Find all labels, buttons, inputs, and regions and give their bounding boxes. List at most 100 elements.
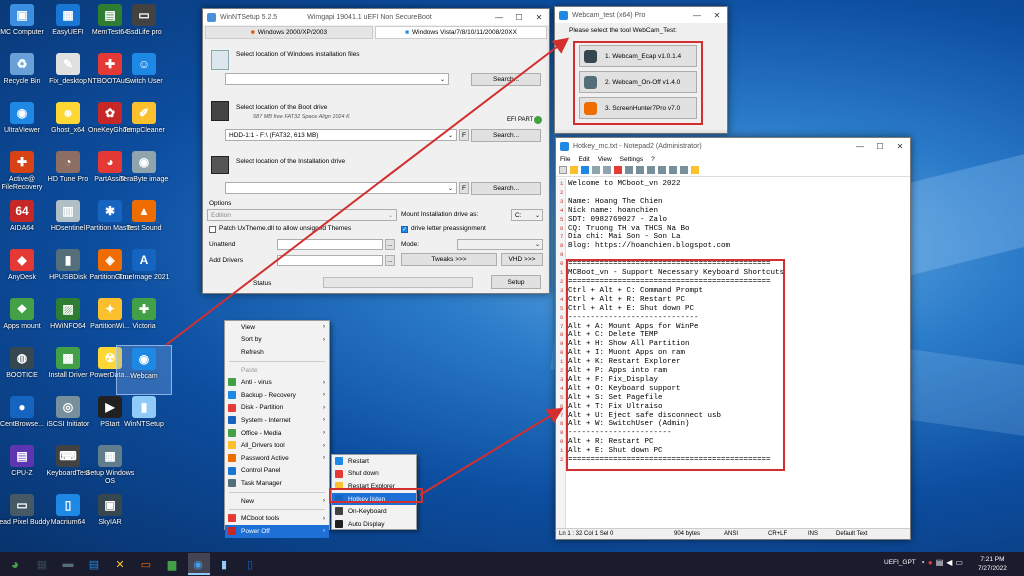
- new-icon[interactable]: [559, 166, 567, 174]
- copy-icon[interactable]: [625, 166, 633, 174]
- edition-combo[interactable]: Edition ⌄: [207, 209, 397, 221]
- setup-button[interactable]: Setup: [491, 275, 541, 289]
- zoom-out-icon[interactable]: [680, 166, 688, 174]
- maximize-button[interactable]: ☐: [509, 9, 529, 25]
- submenu-item-auto-display[interactable]: Auto Display: [332, 518, 416, 531]
- taskbar-app-icon[interactable]: ▤: [84, 554, 104, 574]
- settings-icon[interactable]: [691, 166, 699, 174]
- taskbar-app-icon[interactable]: ▆: [162, 554, 182, 574]
- webcam-tray-icon[interactable]: ●: [928, 558, 933, 567]
- close-button[interactable]: ✕: [529, 9, 549, 25]
- desktop-icon[interactable]: ▦ Setup Windows OS: [82, 443, 138, 493]
- open-icon[interactable]: [570, 166, 578, 174]
- mode-combo[interactable]: ⌄: [457, 239, 543, 250]
- clock[interactable]: 7:21 PM 7/27/2022: [978, 555, 1007, 573]
- menu-item-system-internet[interactable]: System - Internet ›: [225, 414, 329, 427]
- submenu-item-on-keyboard[interactable]: On-Keyboard: [332, 505, 416, 518]
- replace-icon[interactable]: [658, 166, 666, 174]
- menu-item-all-drivers-tool[interactable]: All_Drivers tool ›: [225, 439, 329, 452]
- menu-item-power-off[interactable]: Power Off ›: [225, 524, 329, 538]
- minimize-button[interactable]: —: [687, 7, 707, 23]
- save-icon[interactable]: [581, 166, 589, 174]
- menu-item-control-panel[interactable]: Control Panel: [225, 465, 329, 478]
- menu-item-view[interactable]: View ›: [225, 321, 329, 334]
- taskbar-app-icon[interactable]: ▬: [58, 554, 78, 574]
- f-button[interactable]: F: [459, 182, 469, 194]
- undo-icon[interactable]: [592, 166, 600, 174]
- close-button[interactable]: ✕: [890, 138, 910, 154]
- taskbar-app-icon[interactable]: ▭: [136, 554, 156, 574]
- submenu-item-shut-down[interactable]: Shut down: [332, 468, 416, 481]
- taskbar-app-icon[interactable]: ▮: [214, 554, 234, 574]
- vhd-button[interactable]: VHD >>>: [501, 253, 543, 266]
- desktop-icon[interactable]: ▭ SsdLife pro: [116, 2, 172, 52]
- install-drive-combo[interactable]: ⌄: [225, 182, 457, 194]
- tab-vista[interactable]: ■ Windows Vista/7/8/10/11/2008/20XX: [375, 26, 547, 39]
- install-files-combo[interactable]: ⌄: [225, 73, 449, 85]
- taskbar-app-icon[interactable]: ▦: [32, 554, 52, 574]
- webcam-tool-button[interactable]: 2. Webcam_On-Off v1.4.0: [579, 71, 697, 93]
- taskbar-app-icon[interactable]: ✕: [110, 554, 130, 574]
- menu-item-mcboot-tools[interactable]: MCboot tools ›: [225, 512, 329, 525]
- menu-item-task-manager[interactable]: Task Manager: [225, 477, 329, 490]
- zoom-in-icon[interactable]: [669, 166, 677, 174]
- webcam-titlebar[interactable]: Webcam_test (x64) Pro — ✕: [555, 7, 727, 23]
- desktop-icon[interactable]: ◉ TeraByte image: [116, 149, 172, 199]
- add-drivers-input[interactable]: [277, 255, 383, 266]
- maximize-button[interactable]: ☐: [870, 138, 890, 154]
- f-button[interactable]: F: [459, 129, 469, 141]
- start-button[interactable]: ◕: [4, 554, 26, 574]
- find-icon[interactable]: [647, 166, 655, 174]
- search-button-boot[interactable]: Search...: [471, 129, 541, 142]
- menu-edit[interactable]: Edit: [578, 156, 589, 163]
- search-button-files[interactable]: Search...: [471, 73, 541, 86]
- desktop-icon[interactable]: ▲ Test Sound: [116, 198, 172, 248]
- keyboard-icon[interactable]: ▤: [936, 558, 944, 567]
- tweaks-button[interactable]: Tweaks >>>: [401, 253, 497, 266]
- patch-uxtheme-checkbox[interactable]: [209, 226, 216, 233]
- desktop-icon[interactable]: ✐ TempCleaner: [116, 100, 172, 150]
- desktop-icon[interactable]: A TrueImage 2021: [116, 247, 172, 297]
- tab-xp[interactable]: ■ Windows 2000/XP/2003: [205, 26, 373, 39]
- menu-item-refresh[interactable]: Refresh: [225, 346, 329, 359]
- minimize-button[interactable]: —: [850, 138, 870, 154]
- unattend-browse-button[interactable]: ...: [385, 239, 395, 250]
- close-button[interactable]: ✕: [707, 7, 727, 23]
- notepad-titlebar[interactable]: Hotkey_mc.txt - Notepad2 (Administrator)…: [556, 138, 910, 154]
- desktop-icon[interactable]: ▮ WinNTSetup: [116, 394, 172, 444]
- search-button-install[interactable]: Search...: [471, 182, 541, 195]
- menu-item-new[interactable]: New ›: [225, 495, 329, 508]
- preassign-checkbox[interactable]: ✓: [401, 226, 408, 233]
- boot-drive-combo[interactable]: HDD-1:1 - F:\ (FAT32, 613 MB) ⌄: [225, 129, 457, 141]
- add-drivers-browse-button[interactable]: ...: [385, 255, 395, 266]
- webcam-tool-button[interactable]: 1. Webcam_Ecap v1.0.1.4: [579, 45, 697, 67]
- menu-file[interactable]: File: [560, 156, 570, 163]
- paste-icon[interactable]: [636, 166, 644, 174]
- redo-icon[interactable]: [603, 166, 611, 174]
- menu-item-disk-partition[interactable]: Disk - Partition ›: [225, 402, 329, 415]
- menu-item-backup-recovery[interactable]: Backup - Recovery ›: [225, 389, 329, 402]
- desktop-icon[interactable]: ✚ Victoria: [116, 296, 172, 346]
- cut-icon[interactable]: [614, 166, 622, 174]
- desktop-icon[interactable]: ☺ Switch User: [116, 51, 172, 101]
- desktop-icon[interactable]: ◉ Webcam: [116, 345, 172, 395]
- menu-item-paste[interactable]: Paste: [225, 364, 329, 377]
- menu-item-office-media[interactable]: Office - Media ›: [225, 427, 329, 440]
- menu-settings[interactable]: Settings: [620, 156, 644, 163]
- network-icon[interactable]: ◔: [920, 558, 925, 567]
- volume-icon[interactable]: ◀: [946, 558, 952, 567]
- unattend-input[interactable]: [277, 239, 383, 250]
- menu-help[interactable]: ?: [651, 156, 655, 163]
- desktop[interactable]: ▣ MC Computer ♻ Recycle Bin ◉ UltraViewer ✚ Act…: [0, 0, 1024, 552]
- winntsetup-titlebar[interactable]: WinNTSetup 5.2.5 Wimgapi 19041.1 uEFI No…: [203, 9, 549, 25]
- taskbar-app-icon[interactable]: ▯: [240, 554, 260, 574]
- mount-letter-combo[interactable]: C: ⌄: [511, 209, 543, 221]
- webcam-tool-button[interactable]: 3. ScreenHunter7Pro v7.0: [579, 97, 697, 119]
- menu-item-password-active[interactable]: Password Active ›: [225, 452, 329, 465]
- network-status-icon[interactable]: ▭: [955, 558, 963, 567]
- menu-view[interactable]: View: [598, 156, 612, 163]
- minimize-button[interactable]: —: [489, 9, 509, 25]
- menu-item-anti-virus[interactable]: Anti - virus ›: [225, 376, 329, 389]
- desktop-icon[interactable]: ▣ SkyIAR: [82, 492, 138, 542]
- menu-item-sort-by[interactable]: Sort by ›: [225, 334, 329, 347]
